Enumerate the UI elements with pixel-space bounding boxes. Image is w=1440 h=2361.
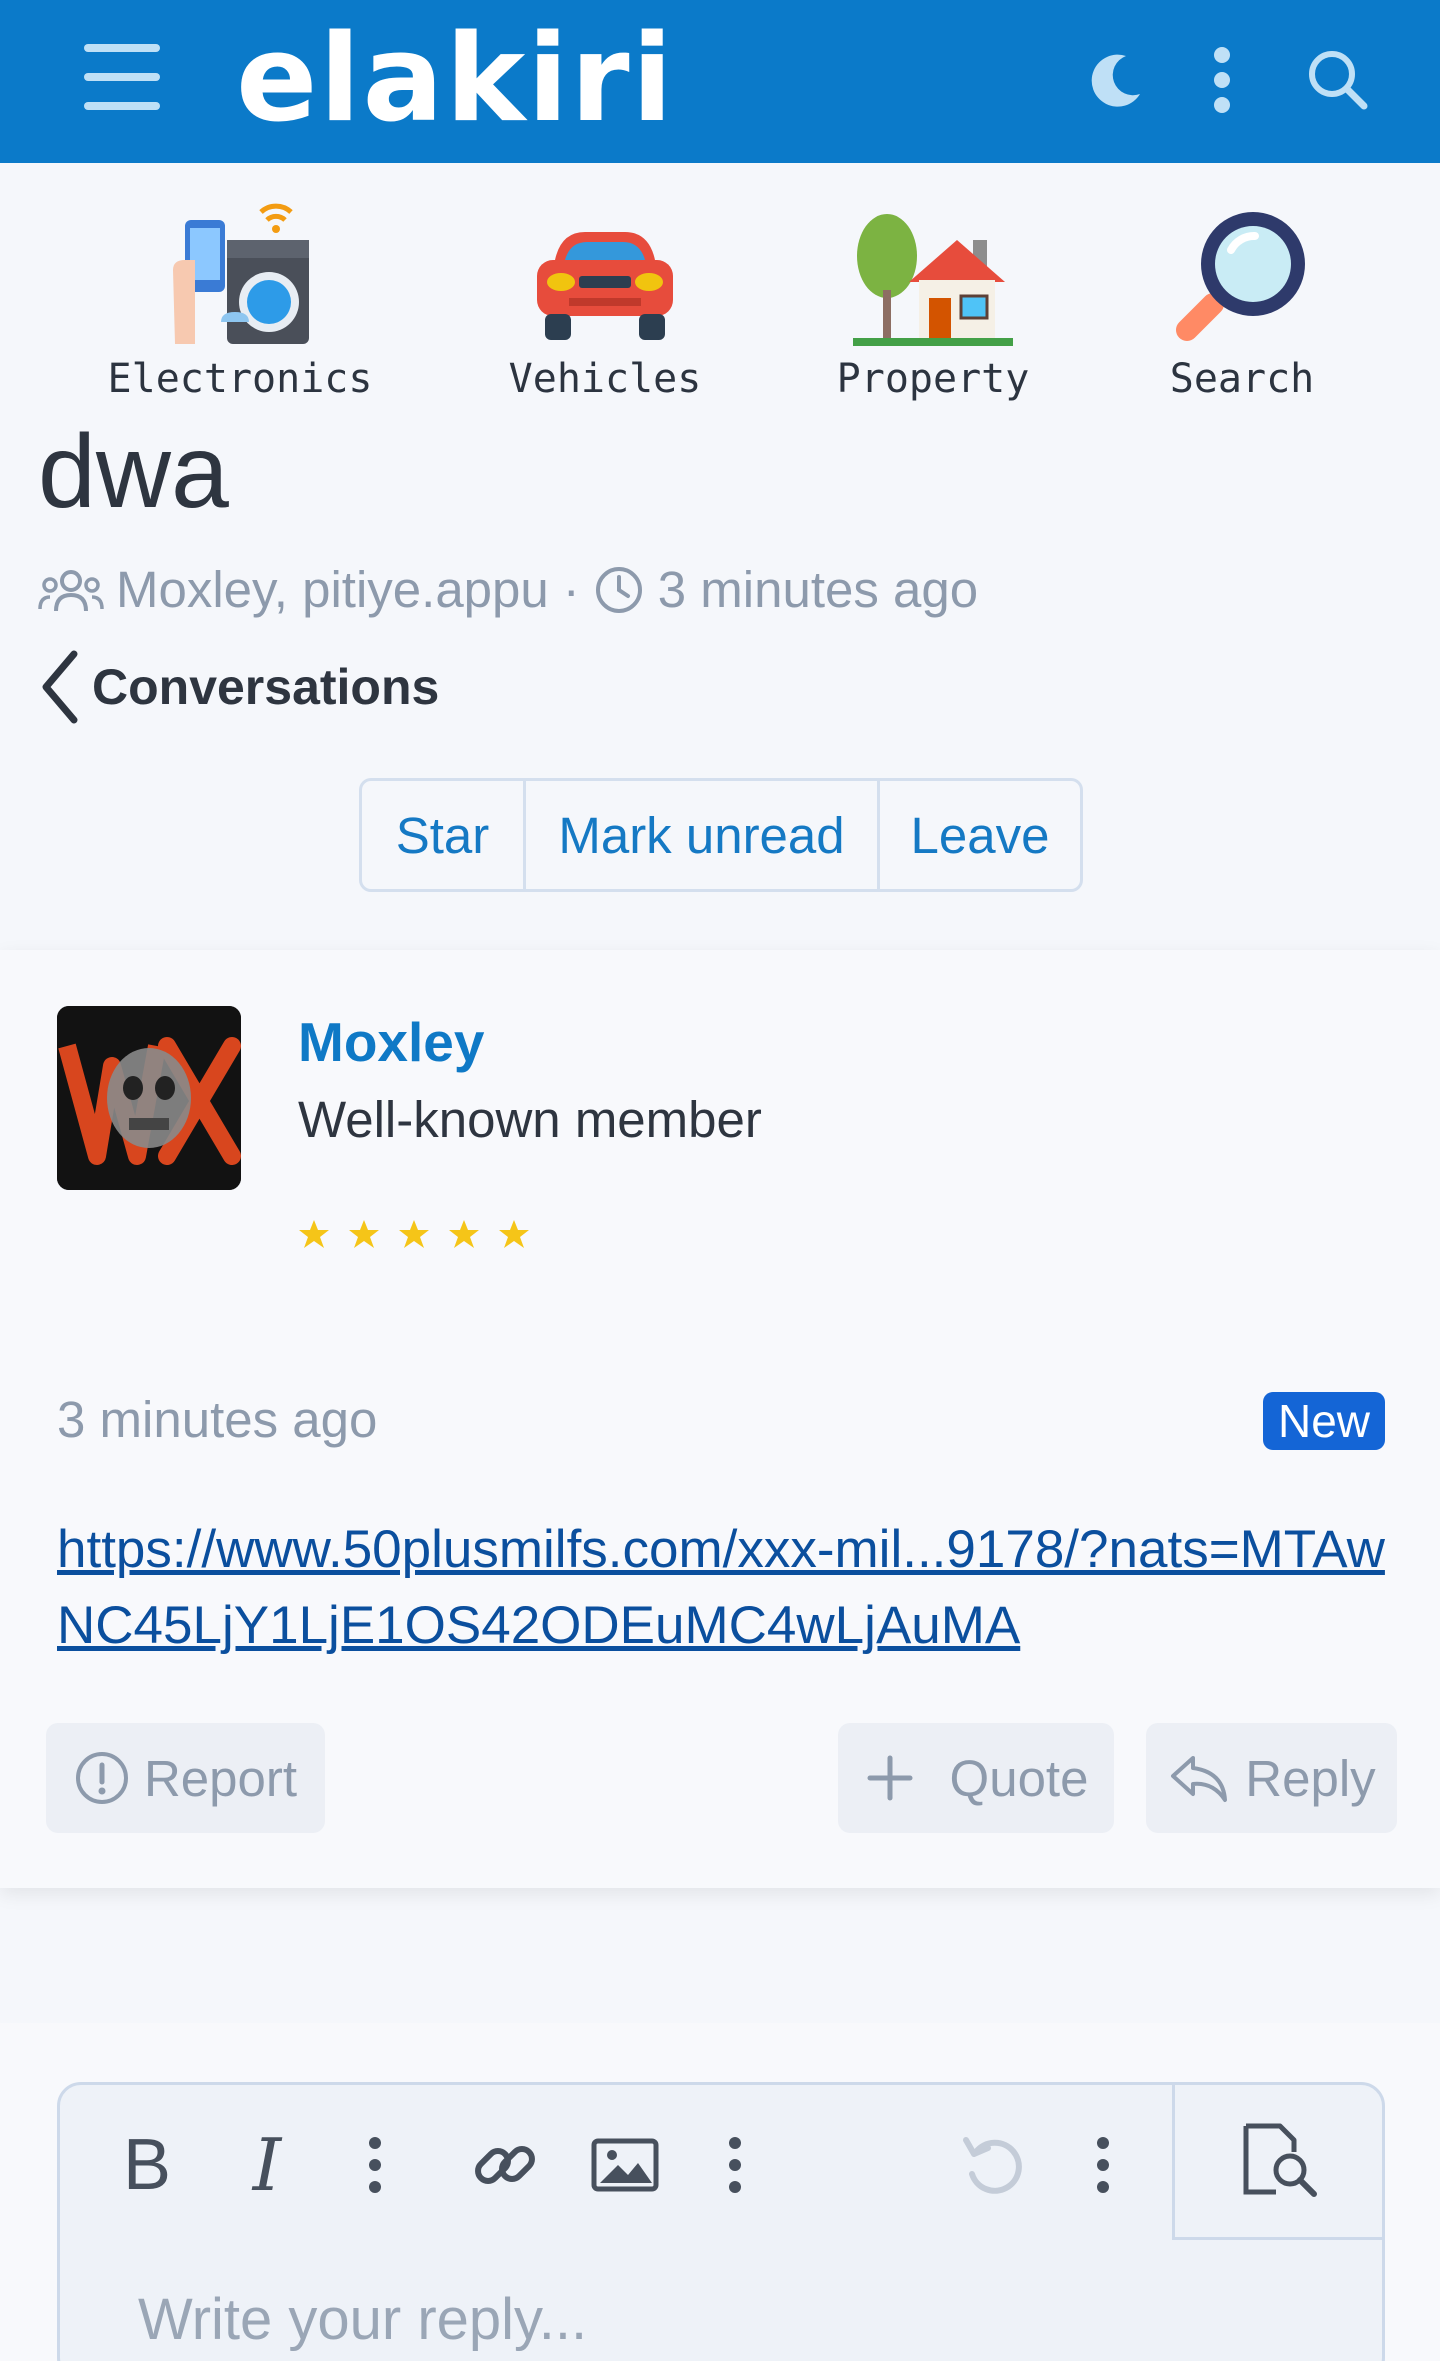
category-search[interactable]: Search	[1142, 200, 1342, 402]
category-vehicles[interactable]: Vehicles	[480, 200, 730, 402]
star-icon	[299, 1220, 329, 1248]
category-electronics[interactable]: Electronics	[100, 200, 380, 402]
report-button[interactable]: Report	[46, 1723, 325, 1833]
quote-label: Quote	[949, 1749, 1089, 1807]
meta-separator: ·	[562, 561, 580, 618]
reply-label: Reply	[1245, 1749, 1376, 1807]
top-bar: elakiri	[0, 0, 1440, 163]
bold-icon: B	[122, 2125, 172, 2205]
leave-button[interactable]: Leave	[877, 781, 1080, 889]
clock-icon	[594, 565, 644, 615]
star-icon	[499, 1220, 529, 1248]
quote-button[interactable]: Quote	[838, 1723, 1114, 1833]
participants[interactable]: Moxley, pitiye.appu	[116, 560, 549, 619]
category-label: Search	[1169, 356, 1315, 402]
user-rating	[298, 1218, 530, 1250]
star-button[interactable]: Star	[362, 781, 523, 889]
more-options-button[interactable]	[1068, 2130, 1138, 2200]
electronics-icon	[100, 200, 380, 350]
italic-icon: I	[252, 2123, 282, 2207]
new-badge: New	[1263, 1392, 1385, 1450]
italic-button[interactable]: I	[232, 2123, 302, 2207]
search-icon[interactable]	[1298, 40, 1378, 120]
conversation-actions: Star Mark unread Leave	[359, 778, 1083, 892]
conversation-meta: Moxley, pitiye.appu · 3 minutes ago	[38, 560, 978, 619]
users-icon	[38, 565, 104, 615]
category-property[interactable]: Property	[808, 200, 1058, 402]
report-label: Report	[143, 1749, 298, 1807]
author-name[interactable]: Moxley	[298, 1010, 484, 1074]
more-text-options-button[interactable]	[340, 2130, 410, 2200]
chevron-left-icon	[40, 650, 80, 724]
link-icon	[475, 2146, 535, 2184]
conversation-title: dwa	[38, 414, 229, 530]
back-to-conversations[interactable]: Conversations	[40, 650, 439, 724]
preview-button[interactable]	[1172, 2082, 1385, 2240]
car-icon	[480, 200, 730, 350]
category-label: Property	[836, 356, 1030, 402]
magnifier-icon	[1142, 200, 1342, 350]
reply-input[interactable]: Write your reply...	[138, 2286, 587, 2353]
bold-button[interactable]: B	[112, 2125, 182, 2205]
house-icon	[808, 200, 1058, 350]
preview-icon	[1243, 2123, 1317, 2197]
undo-button[interactable]	[958, 2130, 1028, 2200]
menu-icon[interactable]	[84, 44, 160, 110]
avatar[interactable]	[57, 1006, 241, 1190]
category-label: Vehicles	[508, 356, 702, 402]
star-icon	[449, 1220, 479, 1248]
mark-unread-button[interactable]: Mark unread	[523, 781, 877, 889]
conversation-time: 3 minutes ago	[657, 561, 979, 618]
site-logo[interactable]: elakiri	[236, 10, 675, 150]
category-label: Electronics	[107, 356, 373, 402]
more-insert-options-button[interactable]	[700, 2130, 770, 2200]
star-icon	[349, 1220, 379, 1248]
moon-icon[interactable]	[1076, 40, 1156, 120]
message-time[interactable]: 3 minutes ago	[57, 1390, 377, 1449]
star-icon	[399, 1220, 429, 1248]
plus-icon	[867, 1755, 913, 1801]
insert-link-button[interactable]	[470, 2130, 540, 2200]
user-title: Well-known member	[298, 1091, 762, 1148]
alert-circle-icon	[75, 1752, 128, 1804]
more-vertical-icon	[1097, 2137, 1109, 2193]
more-vertical-icon	[729, 2137, 741, 2193]
more-vertical-icon[interactable]	[1182, 40, 1262, 120]
back-label: Conversations	[92, 659, 440, 715]
reply-icon	[1171, 1756, 1228, 1802]
insert-image-button[interactable]	[590, 2130, 660, 2200]
more-vertical-icon	[369, 2137, 381, 2193]
undo-icon	[963, 2137, 1022, 2194]
reply-button[interactable]: Reply	[1146, 1723, 1397, 1833]
image-icon	[591, 2138, 659, 2192]
message-link[interactable]: https://www.50plusmilfs.com/xxx-mil...91…	[57, 1512, 1397, 1664]
